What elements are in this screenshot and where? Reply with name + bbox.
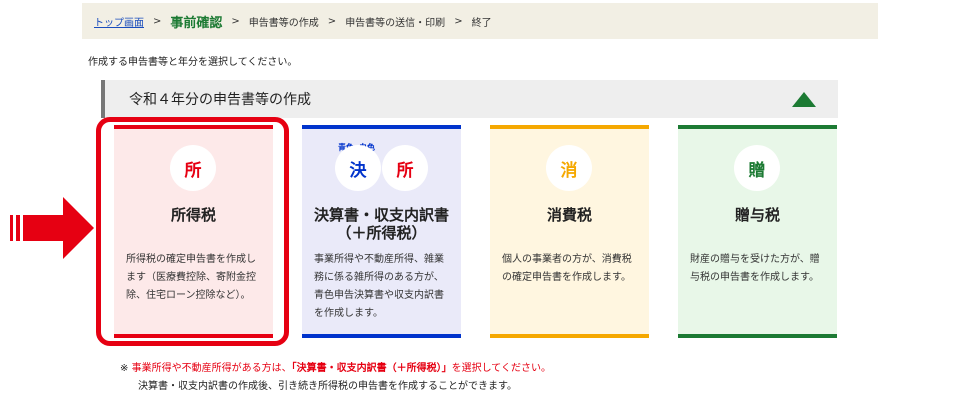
section-header[interactable]: 令和４年分の申告書等の作成 — [101, 80, 838, 118]
note-line-1: ※ 事業所得や不動産所得がある方は、「決算書・収支内訳書（＋所得税）」を選択して… — [120, 359, 551, 374]
note-tail-text: を選択してください。 — [451, 363, 551, 374]
page-instruction: 作成する申告書等と年分を選択してください。 — [88, 57, 298, 68]
card-bottom-bar — [302, 334, 461, 338]
card-description: 財産の贈与を受けた方が、贈与税の申告書を作成します。 — [690, 254, 820, 283]
arrow-right-icon — [10, 197, 94, 259]
card-description: 個人の事業者の方が、消費税の確定申告書を作成します。 — [502, 254, 632, 283]
chevron-right-icon: > — [153, 15, 162, 27]
chevron-right-icon: > — [231, 15, 240, 27]
income-tax-icon: 所 — [382, 145, 428, 191]
card-accounts-statement[interactable]: 青色 白色 決 所 決算書・収支内訳書 （＋所得税） 事業所得や不動産所得、雑業… — [302, 125, 461, 338]
card-title: 贈与税 — [734, 206, 780, 224]
card-consumption-tax[interactable]: 消 消費税 個人の事業者の方が、消費税の確定申告書を作成します。 — [490, 125, 649, 338]
note-bold-text: 「決算書・収支内訳書（＋所得税）」 — [291, 363, 452, 374]
breadcrumb-step-end: 終了 — [471, 17, 492, 29]
chevron-right-icon: > — [327, 15, 337, 27]
note-line-2: 決算書・収支内訳書の作成後、引き続き所得税の申告書を作成することができます。 — [138, 381, 517, 392]
consumption-tax-icon: 消 — [546, 145, 592, 191]
card-title: 決算書・収支内訳書 （＋所得税） — [302, 206, 461, 242]
card-top-bar — [678, 125, 837, 129]
breadcrumb-home-link[interactable]: トップ画面 — [94, 14, 144, 29]
card-description: 事業所得や不動産所得、雑業務に係る雑所得のある方が、青色申告決算書や収支内訳書を… — [314, 254, 444, 319]
highlight-frame — [96, 117, 289, 346]
card-title-line1: 決算書・収支内訳書 — [313, 206, 449, 224]
card-top-bar — [302, 125, 461, 129]
card-top-bar — [490, 125, 649, 129]
chevron-right-icon: > — [454, 15, 463, 27]
section-title: 令和４年分の申告書等の作成 — [129, 92, 311, 108]
card-title-line2: （＋所得税） — [336, 224, 427, 242]
card-bottom-bar — [678, 334, 837, 338]
breadcrumb-step-send-print: 申告書等の送信・印刷 — [345, 17, 446, 29]
breadcrumb: トップ画面 > 事前確認 > 申告書等の作成 > 申告書等の送信・印刷 > 終了 — [82, 3, 878, 39]
card-gift-tax[interactable]: 贈 贈与税 財産の贈与を受けた方が、贈与税の申告書を作成します。 — [678, 125, 837, 338]
breadcrumb-current: 事前確認 — [170, 15, 223, 31]
gift-tax-icon: 贈 — [734, 145, 780, 191]
note-red-text: 事業所得や不動産所得がある方は、 — [131, 363, 292, 374]
triangle-up-icon[interactable] — [792, 92, 816, 107]
card-title: 消費税 — [546, 206, 592, 224]
breadcrumb-step-create: 申告書等の作成 — [248, 17, 319, 29]
note-mark: ※ — [120, 363, 129, 374]
card-bottom-bar — [490, 334, 649, 338]
accounts-statement-icon: 決 — [335, 145, 381, 191]
